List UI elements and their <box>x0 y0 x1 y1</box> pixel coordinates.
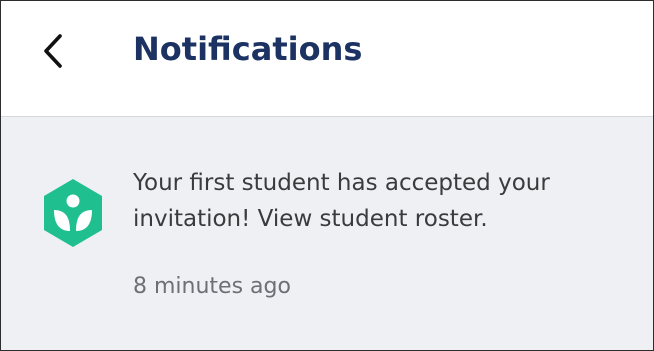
chevron-left-icon <box>44 34 62 68</box>
page-title: Notifications <box>133 30 363 68</box>
back-button[interactable] <box>29 23 77 79</box>
notification-item[interactable]: Your first student has accepted your inv… <box>1 117 653 350</box>
notifications-window: Notifications Your first student has acc… <box>0 0 654 351</box>
notification-message: Your first student has accepted your inv… <box>133 170 550 232</box>
notification-timestamp: 8 minutes ago <box>133 274 291 299</box>
header-bar: Notifications <box>1 1 653 117</box>
notifications-list: Your first student has accepted your inv… <box>1 117 653 350</box>
khan-academy-logo-icon <box>44 179 102 247</box>
